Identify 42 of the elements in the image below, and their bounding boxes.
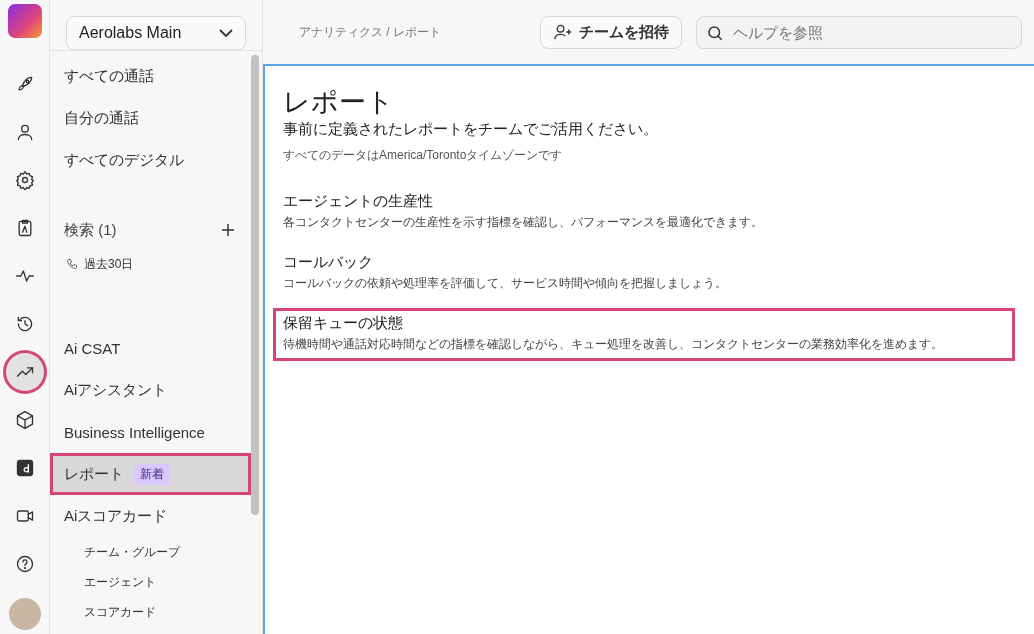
- section-title: 検索 (1): [64, 220, 117, 240]
- scrollbar[interactable]: [251, 55, 259, 515]
- sidebar-item[interactable]: Business Intelligence: [50, 411, 251, 453]
- new-badge: 新着: [134, 463, 170, 485]
- report-description: 待機時間や通話対応時間などの指標を確認しながら、キュー処理を改善し、コンタクトセンターの業務効率化を進めます。: [283, 336, 944, 353]
- add-user-icon: [553, 23, 573, 41]
- sidebar-item[interactable]: Aiスコアカード: [50, 495, 251, 537]
- search-field[interactable]: ヘルプを参照: [696, 15, 1022, 49]
- page-title: レポート: [283, 86, 395, 118]
- sidebar-subitem[interactable]: エージェント: [50, 567, 251, 597]
- sidebar-item[interactable]: すべてのデジタル: [50, 139, 251, 181]
- nav-button[interactable]: [5, 353, 44, 391]
- app-logo-icon[interactable]: [7, 4, 42, 38]
- breadcrumb: アナリティクス / レポート: [299, 23, 442, 41]
- app-logo-icon: [14, 458, 35, 478]
- phone-icon: [66, 258, 78, 270]
- report-title: コールバック: [283, 253, 374, 272]
- report-link[interactable]: コールバック コールバックの依頼や処理率を評価して、サービス時間や傾向を把握しましょう。: [275, 249, 1013, 298]
- cube-icon: [14, 410, 35, 430]
- add-icon[interactable]: [221, 223, 235, 237]
- sidebar-subitem[interactable]: スコアカード: [50, 597, 251, 627]
- sidebar-item[interactable]: すべての通話: [50, 55, 251, 97]
- timezone-note: すべてのデータはAmerica/Torontoタイムゾーンです: [283, 147, 564, 164]
- item-label: レポート: [64, 464, 124, 484]
- help-icon: [14, 554, 35, 574]
- report-description: コールバックの依頼や処理率を評価して、サービス時間や傾向を把握しましょう。: [283, 275, 728, 292]
- invite-button[interactable]: チームを招待: [540, 15, 682, 49]
- sidebar-subitem[interactable]: チーム・グループ: [50, 537, 251, 567]
- report-title: エージェントの生産性: [283, 192, 434, 211]
- workspace-dropdown[interactable]: Aerolabs Main: [66, 16, 246, 50]
- chevron-down-icon: [219, 29, 233, 37]
- saved-search-link[interactable]: 過去30日: [84, 255, 134, 273]
- sidebar-item[interactable]: レポート 新着: [50, 453, 251, 495]
- page-subtitle: 事前に定義されたレポートをチームでご活用ください。: [283, 120, 659, 139]
- highlighted-report-link[interactable]: 保留キューの状態 待機時間や通話対応時間などの指標を確認しながら、キュー処理を改善し、コンタクトセンターの業務効率化を進めます。: [275, 310, 1013, 359]
- sidebar-item[interactable]: 自分の通話: [50, 97, 251, 139]
- report-title: 保留キューの状態: [283, 314, 404, 333]
- settings-icon: [14, 170, 35, 190]
- sidebar-item[interactable]: Aiアシスタント: [50, 369, 251, 411]
- report-link[interactable]: エージェントの生産性 各コンタクトセンターの生産性を示す指標を確認し、パフォーマンスを最適化できます。: [275, 188, 1013, 237]
- report-description: 各コンタクトセンターの生産性を示す指標を確認し、パフォーマンスを最適化できます。: [283, 214, 764, 231]
- sidebar-item[interactable]: Ai CSAT: [50, 327, 251, 369]
